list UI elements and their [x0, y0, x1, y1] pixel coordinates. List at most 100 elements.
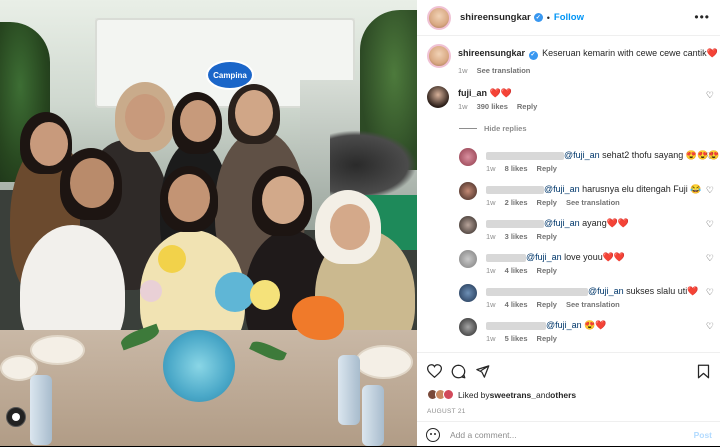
- comments-list[interactable]: shireensungkar ✓ Keseruan kemarin with c…: [417, 37, 720, 351]
- reply-likes[interactable]: 2 likes: [505, 198, 528, 207]
- reply-text: @fuji_an harusnya elu ditengah Fuji 😂: [486, 183, 701, 195]
- reply-button[interactable]: Reply: [517, 102, 537, 111]
- reply-text: @fuji_an love youu❤️❤️: [486, 251, 625, 263]
- reply-button[interactable]: Reply: [537, 266, 557, 275]
- likes-and: and: [535, 389, 551, 400]
- reply-mention[interactable]: @fuji_an: [564, 150, 600, 160]
- share-icon[interactable]: [474, 363, 490, 379]
- heart-icon[interactable]: ♡: [706, 287, 714, 298]
- caption-body: Keseruan kemarin with cewe cewe cantik❤️: [542, 48, 718, 58]
- post-photo[interactable]: Campina: [0, 0, 417, 446]
- reply-button[interactable]: Reply: [537, 198, 557, 207]
- see-translation-link[interactable]: See translation: [477, 66, 531, 75]
- avatar[interactable]: [459, 148, 477, 166]
- likes-prefix: Liked by: [458, 389, 490, 400]
- separator-dot: •: [546, 12, 550, 23]
- avatar[interactable]: [459, 216, 477, 234]
- caption-time: 1w: [458, 66, 468, 75]
- photo-flower-pink: [140, 280, 162, 302]
- reply-meta: 1w 4 likes Reply: [486, 266, 557, 275]
- avatar[interactable]: [459, 250, 477, 268]
- reply-time: 1w: [486, 232, 496, 241]
- reply-time: 1w: [486, 300, 496, 309]
- likes-others-link[interactable]: others: [550, 390, 576, 400]
- avatar[interactable]: [427, 5, 451, 30]
- reply-time: 1w: [486, 198, 496, 207]
- reply-text: @fuji_an ayang❤️❤️: [486, 217, 629, 229]
- reply-text: @fuji_an sukses slalu uti❤️: [486, 285, 698, 297]
- avatar[interactable]: [459, 318, 477, 336]
- photo-bowl: [355, 345, 413, 379]
- reply-time: 1w: [486, 164, 496, 173]
- photo-bottle: [30, 375, 52, 445]
- reply-time: 1w: [486, 334, 496, 343]
- caption-username[interactable]: shireensungkar: [458, 48, 525, 58]
- reply-meta: 1w 3 likes Reply: [486, 232, 557, 241]
- see-translation-link[interactable]: See translation: [566, 198, 620, 207]
- reply-button[interactable]: Reply: [537, 334, 557, 343]
- reply-meta: 1w 8 likes Reply: [486, 164, 557, 173]
- avatar[interactable]: [459, 284, 477, 302]
- photo-bottle: [338, 355, 360, 425]
- reply-button[interactable]: Reply: [537, 232, 557, 241]
- reply-row: @fuji_an sehat2 thofu sayang 😍😍😍 1w 8 lik…: [417, 145, 720, 179]
- reply-mention[interactable]: @fuji_an: [544, 184, 580, 194]
- heart-icon[interactable]: ♡: [706, 253, 714, 264]
- reply-body: 😍❤️: [581, 320, 607, 330]
- heart-icon[interactable]: ♡: [706, 90, 714, 101]
- reply-meta: 1w 2 likes Reply See translation: [486, 198, 620, 207]
- tagged-users-icon[interactable]: [6, 407, 26, 427]
- reply-body: sehat2 thofu sayang 😍😍😍: [599, 150, 720, 160]
- reply-likes[interactable]: 5 likes: [505, 334, 528, 343]
- redacted-username: [486, 219, 544, 228]
- reply-button[interactable]: Reply: [537, 300, 557, 309]
- reply-mention[interactable]: @fuji_an: [526, 252, 562, 262]
- author-username[interactable]: shireensungkar: [460, 12, 531, 23]
- likes-user[interactable]: sweetrans_: [490, 390, 536, 400]
- reply-likes[interactable]: 4 likes: [505, 300, 528, 309]
- heart-icon[interactable]: ♡: [706, 185, 714, 196]
- reply-likes[interactable]: 3 likes: [505, 232, 528, 241]
- reply-row: @fuji_an love youu❤️❤️ 1w 4 likes Reply ♡: [417, 247, 720, 281]
- reply-mention[interactable]: @fuji_an: [588, 286, 624, 296]
- comment-input[interactable]: [450, 428, 680, 442]
- comment-likes[interactable]: 390 likes: [477, 102, 508, 111]
- reply-body: harusnya elu ditengah Fuji 😂: [579, 184, 702, 194]
- heart-icon[interactable]: [426, 363, 442, 379]
- instagram-post-modal: Campina shireensungkar ✓ • Follow ••• sh…: [0, 0, 720, 446]
- avatar[interactable]: [427, 86, 449, 108]
- bookmark-icon[interactable]: [695, 363, 711, 379]
- avatar[interactable]: [427, 44, 451, 68]
- avatar[interactable]: [459, 182, 477, 200]
- see-translation-link[interactable]: See translation: [566, 300, 620, 309]
- post-header: shireensungkar ✓ • Follow •••: [417, 0, 720, 36]
- follow-button[interactable]: Follow: [554, 12, 584, 23]
- photo-rose-blue: [163, 330, 235, 402]
- post-date: AUGUST 21: [427, 408, 466, 415]
- reply-time: 1w: [486, 266, 496, 275]
- hide-replies-button[interactable]: Hide replies: [484, 124, 527, 133]
- reply-likes[interactable]: 8 likes: [505, 164, 528, 173]
- post-comment-button[interactable]: Post: [694, 430, 712, 440]
- heart-icon[interactable]: ♡: [706, 151, 714, 162]
- post-side-panel: shireensungkar ✓ • Follow ••• shireensun…: [417, 0, 720, 446]
- comment-username[interactable]: fuji_an: [458, 88, 487, 98]
- redacted-username: [486, 185, 544, 194]
- reply-button[interactable]: Reply: [537, 164, 557, 173]
- comment-row: fuji_an ❤️❤️ 1w 390 likes Reply ♡: [417, 84, 720, 124]
- reply-likes[interactable]: 4 likes: [505, 266, 528, 275]
- reply-text: @fuji_an 😍❤️: [486, 319, 607, 331]
- emoji-icon[interactable]: [426, 428, 440, 442]
- comment-text: fuji_an ❤️❤️: [458, 87, 512, 99]
- heart-icon[interactable]: ♡: [706, 321, 714, 332]
- reply-mention[interactable]: @fuji_an: [546, 320, 582, 330]
- comment-icon[interactable]: [450, 363, 466, 379]
- caption-meta: 1w See translation: [458, 66, 530, 75]
- reply-row: @fuji_an sukses slalu uti❤️ 1w 4 likes Rep…: [417, 281, 720, 315]
- reply-body: love youu❤️❤️: [561, 252, 626, 262]
- heart-icon[interactable]: ♡: [706, 219, 714, 230]
- reply-body: sukses slalu uti❤️: [623, 286, 699, 296]
- reply-body: ayang❤️❤️: [579, 218, 630, 228]
- reply-mention[interactable]: @fuji_an: [544, 218, 580, 228]
- more-icon[interactable]: •••: [694, 10, 710, 24]
